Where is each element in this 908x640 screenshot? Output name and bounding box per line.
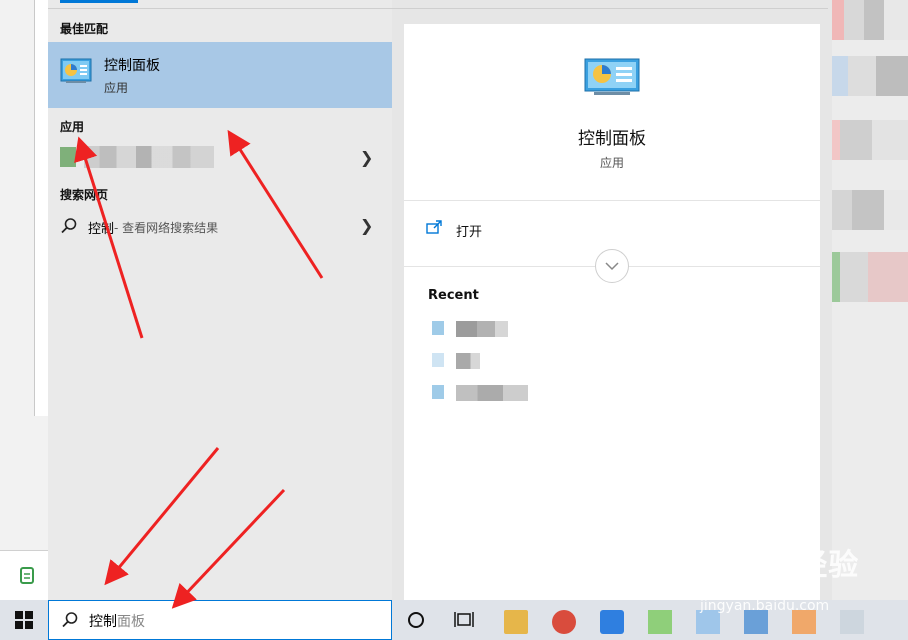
search-typed-text: 控制面板 bbox=[89, 611, 145, 631]
chevron-right-icon: ❯ bbox=[360, 148, 374, 167]
task-view-button[interactable] bbox=[446, 600, 482, 640]
divider bbox=[404, 200, 820, 201]
web-search-query: 控制 bbox=[88, 222, 115, 237]
web-search-suffix: - 查看网络搜索结果 bbox=[114, 221, 219, 235]
background-window-bottom bbox=[0, 550, 48, 601]
blurred-recent-name bbox=[456, 321, 508, 337]
task-view-icon bbox=[454, 612, 474, 627]
start-button[interactable] bbox=[0, 600, 48, 640]
section-web: 搜索网页 bbox=[60, 188, 109, 202]
detail-title: 控制面板 bbox=[578, 129, 646, 149]
chevron-down-icon bbox=[605, 262, 619, 271]
section-best-match: 最佳匹配 bbox=[60, 22, 109, 36]
recent-item[interactable] bbox=[428, 350, 548, 372]
open-label: 打开 bbox=[456, 225, 483, 240]
blurred-app-name bbox=[84, 146, 214, 168]
filter-tabs-divider bbox=[48, 8, 828, 9]
file-explorer-icon[interactable] bbox=[504, 610, 528, 634]
search-icon bbox=[62, 612, 78, 628]
expand-button[interactable] bbox=[595, 249, 629, 283]
file-icon bbox=[432, 385, 444, 399]
blurred-recent-name bbox=[456, 353, 480, 369]
app-icon[interactable] bbox=[600, 610, 624, 634]
control-panel-icon bbox=[584, 58, 640, 95]
best-match-title: 控制面板 bbox=[104, 58, 160, 74]
section-apps: 应用 bbox=[60, 120, 85, 134]
file-icon bbox=[432, 353, 444, 367]
best-match-item[interactable]: 控制面板 应用 bbox=[48, 42, 392, 108]
baidu-watermark: Baidu经验 jingyan.baidu.com bbox=[696, 540, 896, 620]
cortana-icon bbox=[408, 612, 424, 628]
best-match-subtitle: 应用 bbox=[104, 81, 129, 95]
watermark-brand: Baidu经验 bbox=[696, 548, 860, 583]
chevron-right-icon: ❯ bbox=[360, 216, 374, 235]
detail-subtitle: 应用 bbox=[599, 156, 624, 170]
control-panel-icon bbox=[60, 58, 92, 83]
recent-heading: Recent bbox=[428, 288, 479, 303]
taskbar-search-input[interactable]: 控制面板 bbox=[48, 600, 392, 640]
search-autocomplete: 面板 bbox=[117, 614, 145, 630]
search-icon bbox=[61, 218, 77, 234]
active-filter-indicator bbox=[60, 0, 138, 3]
open-action[interactable]: 打开 bbox=[404, 214, 820, 246]
detail-card: 控制面板 应用 打开 Recent bbox=[404, 24, 820, 600]
app-result-item[interactable]: ❯ bbox=[48, 140, 392, 176]
search-query: 控制 bbox=[89, 614, 117, 630]
cortana-button[interactable] bbox=[398, 600, 434, 640]
recent-item[interactable] bbox=[428, 318, 548, 340]
recent-item[interactable] bbox=[428, 382, 548, 404]
app-icon[interactable] bbox=[648, 610, 672, 634]
desktop-background-right bbox=[828, 0, 908, 600]
windows-logo-icon bbox=[15, 611, 33, 629]
file-icon bbox=[432, 321, 444, 335]
blurred-recent-name bbox=[456, 385, 528, 401]
app-icon bbox=[60, 147, 76, 167]
open-external-icon bbox=[426, 220, 442, 234]
watermark-url: jingyan.baidu.com bbox=[700, 598, 830, 614]
browser-icon[interactable] bbox=[552, 610, 576, 634]
web-search-result[interactable]: 控制 - 查看网络搜索结果 ❯ bbox=[48, 208, 392, 244]
background-window-edge bbox=[34, 0, 49, 416]
blurred-content bbox=[828, 0, 908, 320]
document-icon bbox=[20, 567, 34, 584]
